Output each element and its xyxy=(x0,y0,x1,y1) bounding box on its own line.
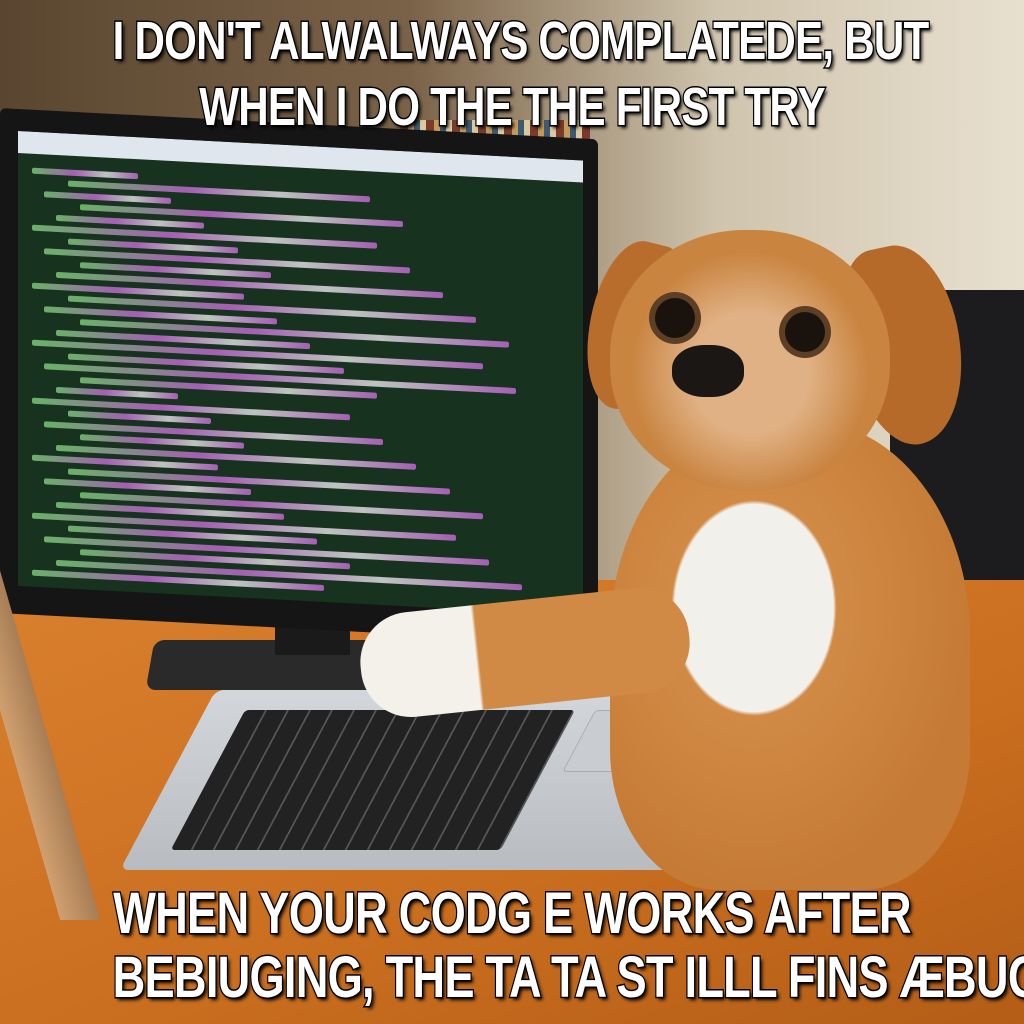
bottom-caption-line-2: BEBIUGING, THE TA TA ST ILLL FINS ÆBUG xyxy=(111,944,1024,1012)
dog-nose xyxy=(672,345,744,397)
code-line xyxy=(56,386,178,400)
code-editor-screen xyxy=(18,130,583,616)
code-line xyxy=(68,468,450,495)
code-line xyxy=(68,410,212,425)
monitor xyxy=(0,108,598,645)
dog-eye-left xyxy=(655,298,695,338)
top-caption-line-1: I DON'T ALWALWAYS COMPLATEDE, BUT xyxy=(111,10,930,73)
dog-eye-right xyxy=(785,312,825,352)
keyboard xyxy=(170,710,576,850)
code-lines xyxy=(32,162,562,609)
bottom-caption-line-1: WHEN YOUR CODG E WORKS AFTER xyxy=(112,880,913,948)
top-caption-line-2: WHEN I DO THE THE FIRST TRY xyxy=(198,76,827,139)
code-line xyxy=(44,190,172,204)
code-line xyxy=(32,167,138,179)
dog-head xyxy=(610,230,890,490)
